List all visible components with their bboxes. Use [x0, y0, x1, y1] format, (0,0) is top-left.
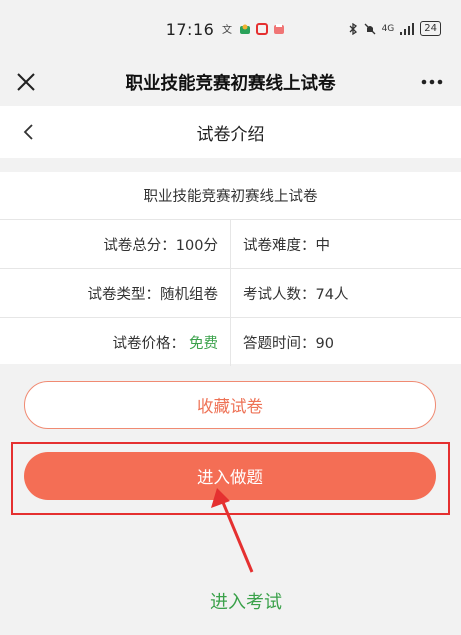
signal-icon [400, 22, 415, 35]
price: 试卷价格： 免费 [0, 318, 231, 366]
more-options-icon[interactable] [417, 70, 447, 94]
price-label: 试卷价格： [112, 335, 186, 352]
info-row: 试卷类型：随机组卷 考试人数：74人 [0, 269, 461, 318]
annotation-arrow [211, 488, 254, 573]
exam-info-card: 职业技能竞赛初赛线上试卷 试卷总分：100分 试卷难度：中 试卷类型：随机组卷 … [0, 172, 461, 366]
total-score: 试卷总分：100分 [0, 220, 231, 268]
annotation-text: 进入考试 [210, 592, 282, 613]
battery-icon: 24 [420, 21, 441, 36]
status-system-icons: 4G 24 [348, 21, 441, 36]
info-row: 试卷价格： 免费 答题时间：90 [0, 318, 461, 366]
message-app-icon [274, 24, 285, 34]
translate-icon: 文 [222, 23, 232, 35]
difficulty: 试卷难度：中 [243, 237, 330, 254]
network-type: 4G [381, 23, 395, 34]
sub-header: 试卷介绍 [0, 106, 461, 158]
sub-header-title: 试卷介绍 [196, 124, 265, 145]
exam-type: 试卷类型：随机组卷 [0, 269, 231, 317]
page-title: 职业技能竞赛初赛线上试卷 [125, 73, 336, 94]
app-header: 职业技能竞赛初赛线上试卷 [0, 58, 461, 106]
favorite-exam-button[interactable]: 收藏试卷 [24, 381, 436, 429]
answer-time: 答题时间：90 [243, 335, 334, 352]
app-notification-icon [240, 24, 251, 34]
mute-icon [364, 23, 376, 34]
info-row: 试卷总分：100分 试卷难度：中 [0, 220, 461, 269]
status-time: 17:16 [165, 19, 215, 39]
exam-name: 职业技能竞赛初赛线上试卷 [0, 172, 461, 220]
status-notification-icons: 文 [222, 23, 285, 35]
back-chevron-icon[interactable] [18, 121, 40, 143]
close-icon[interactable] [14, 70, 38, 94]
participant-count: 考试人数：74人 [243, 286, 349, 303]
red-app-icon [256, 23, 269, 35]
bluetooth-icon [349, 22, 357, 35]
svg-text:文: 文 [222, 23, 232, 35]
price-value: 免费 [189, 335, 218, 352]
